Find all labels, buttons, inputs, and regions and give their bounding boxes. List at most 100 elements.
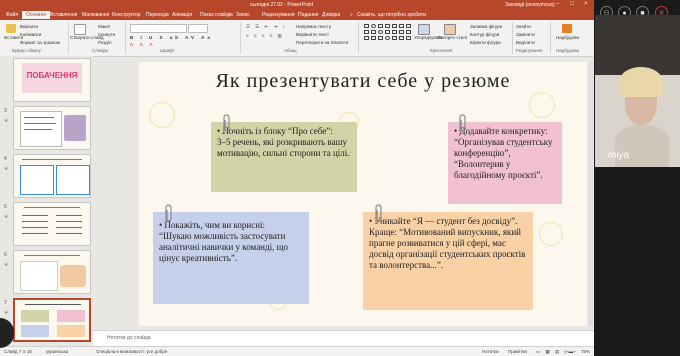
minimize-icon[interactable]: –	[556, 1, 559, 7]
select-button[interactable]: Виділити	[516, 40, 535, 45]
addins-icon[interactable]	[562, 24, 572, 33]
section-button[interactable]: Розділ	[98, 40, 111, 45]
tab-slideshow[interactable]: Показ слайдів	[200, 12, 233, 18]
paragraph-list-icons[interactable]: ☰ ☰ ⇤ ⇥ ↕	[246, 24, 287, 30]
window-title: сьогодні 27.02 - PowerPoint	[250, 2, 313, 8]
paperclip-icon	[223, 114, 230, 132]
slide-canvas[interactable]: Як презентувати себе у резюме • Почніть …	[139, 62, 587, 326]
comments-toggle[interactable]: Примітки	[508, 349, 527, 354]
addins-button[interactable]: Надбудови	[556, 35, 579, 40]
replace-button[interactable]: Замінити	[516, 32, 535, 37]
font-format-icons[interactable]: B I U S ab AV Aa	[130, 35, 213, 40]
group-paragraph: Абзац	[284, 48, 297, 53]
align-text-button[interactable]: Вирівняти текст	[296, 32, 329, 37]
shape-outline-button[interactable]: Контур фігури	[470, 32, 499, 37]
paperclip-icon	[375, 204, 382, 222]
participant-video	[595, 15, 680, 167]
shape-effects-button[interactable]: Ефекти фігури	[470, 40, 501, 45]
tab-draw[interactable]: Малювання	[82, 12, 109, 18]
tab-record[interactable]: Запис	[236, 12, 250, 18]
paste-icon[interactable]	[6, 24, 16, 33]
slide-thumbnail[interactable]	[13, 250, 91, 294]
reset-button[interactable]: Скинути	[98, 32, 115, 37]
quick-styles-icon[interactable]	[444, 24, 456, 35]
group-font: Шрифт	[160, 48, 175, 53]
smartart-button[interactable]: Перетворити на SmartArt	[296, 40, 348, 45]
close-icon[interactable]: ×	[584, 1, 588, 7]
group-editing: Редагування	[516, 48, 543, 53]
find-button[interactable]: Знайти	[516, 24, 531, 29]
slide-counter: Слайд 7 із 16	[4, 349, 32, 354]
thumbnail-number: 4	[4, 156, 7, 162]
tab-animations[interactable]: Анімація	[172, 12, 192, 18]
new-slide-icon[interactable]	[74, 24, 86, 35]
slide-thumbnail-selected[interactable]	[13, 298, 91, 342]
zoom-level[interactable]: 75%	[581, 349, 590, 354]
card-specifics[interactable]: • Додавайте конкретику: “Організував сту…	[448, 122, 562, 204]
divider	[358, 22, 359, 54]
user-name[interactable]: Заповіді (anonymous)	[505, 2, 555, 8]
tab-insert[interactable]: Вставлення	[50, 12, 77, 18]
quick-styles-button[interactable]: Експрес-стилі	[438, 35, 467, 40]
font-color-icons[interactable]: A A A	[130, 42, 156, 47]
slide-thumbnails-panel[interactable]: ПОБАЧЕННЯ 3 ★ 4 ★ 5 ★ 6 ★ 7 ★	[0, 56, 93, 352]
copy-button[interactable]: Копіювати	[20, 32, 41, 37]
card-text: • Уникайте “Я — студент без досвіду”. Кр…	[369, 216, 526, 270]
group-clipboard: Буфер обміну	[12, 48, 41, 53]
divider	[68, 22, 69, 54]
card-avoid[interactable]: • Уникайте “Я — студент без досвіду”. Кр…	[363, 212, 533, 310]
layout-button[interactable]: Макет	[98, 24, 111, 29]
paperclip-icon	[459, 114, 466, 132]
card-about[interactable]: • Почніть із блоку “Про себе”: 3–5 речен…	[211, 122, 357, 192]
text-direction-button[interactable]: Напрямок тексту	[296, 24, 331, 29]
font-size-box[interactable]	[188, 24, 208, 33]
transition-star-icon: ★	[4, 214, 9, 220]
divider	[240, 22, 241, 54]
search-icon[interactable]: ⌕	[350, 12, 353, 18]
tab-view[interactable]: Подання	[298, 12, 318, 18]
accessibility-status[interactable]: Спеціальні можливості: усе добре	[96, 349, 167, 354]
shape-fill-button[interactable]: Заливка фігури	[470, 24, 502, 29]
thumbnail-number: 3	[4, 108, 7, 114]
arrange-icon[interactable]	[418, 24, 430, 35]
tab-review[interactable]: Рецензування	[262, 12, 295, 18]
language-indicator[interactable]: українська	[46, 349, 68, 354]
sun-decoration	[529, 92, 555, 118]
view-buttons[interactable]: ▭ ▦ ▤ ▷	[536, 349, 570, 355]
search-box[interactable]: Скажіть, що потрібно зробити	[357, 12, 426, 18]
tab-design[interactable]: Конструктор	[112, 12, 141, 18]
maximize-icon[interactable]: □	[570, 1, 574, 7]
card-text: • Додавайте конкретику: “Організував сту…	[454, 126, 553, 180]
transition-star-icon: ★	[4, 262, 9, 268]
title-bar: сьогодні 27.02 - PowerPoint Заповіді (an…	[0, 0, 594, 10]
tab-transitions[interactable]: Переходи	[146, 12, 169, 18]
thumbnail-number: 6	[4, 252, 7, 258]
slide-thumbnail[interactable]	[13, 154, 91, 198]
zoom-slider[interactable]: –▬+	[566, 349, 576, 354]
card-useful[interactable]: • Покажіть, чим ви корисні: “Шукаю можли…	[153, 212, 309, 304]
slide-title[interactable]: Як презентувати себе у резюме	[139, 70, 587, 93]
group-addins: Надбудови	[556, 48, 579, 53]
slide-thumbnail[interactable]	[13, 106, 91, 150]
slide-thumbnail[interactable]: ПОБАЧЕННЯ	[13, 58, 91, 102]
notes-pane[interactable]: Нотатки до слайда	[93, 330, 594, 347]
ribbon: Вставити Вирізати Копіювати Формат за зр…	[0, 20, 594, 57]
paragraph-align-icons[interactable]: ≡ ≡ ≡ ≡ ▥	[246, 33, 284, 39]
tab-home[interactable]: Основне	[22, 11, 51, 19]
transition-star-icon: ★	[4, 118, 9, 124]
vertical-scrollbar[interactable]	[588, 62, 593, 326]
sun-decoration	[539, 222, 563, 246]
tab-file[interactable]: Файл	[6, 12, 18, 18]
card-text: • Почніть із блоку “Про себе”: 3–5 речен…	[217, 126, 350, 158]
thumbnail-title: ПОБАЧЕННЯ	[26, 71, 78, 80]
sun-decoration	[149, 102, 175, 128]
notes-toggle[interactable]: Нотатки	[482, 349, 499, 354]
divider	[550, 22, 551, 54]
thumbnail-number: 7	[4, 300, 7, 306]
group-slides: Слайди	[92, 48, 109, 53]
format-painter-button[interactable]: Формат за зразком	[20, 40, 60, 45]
tab-help[interactable]: Довідка	[322, 12, 340, 18]
slide-thumbnail[interactable]	[13, 202, 91, 246]
cut-button[interactable]: Вирізати	[20, 24, 38, 29]
font-name-box[interactable]	[130, 24, 187, 33]
